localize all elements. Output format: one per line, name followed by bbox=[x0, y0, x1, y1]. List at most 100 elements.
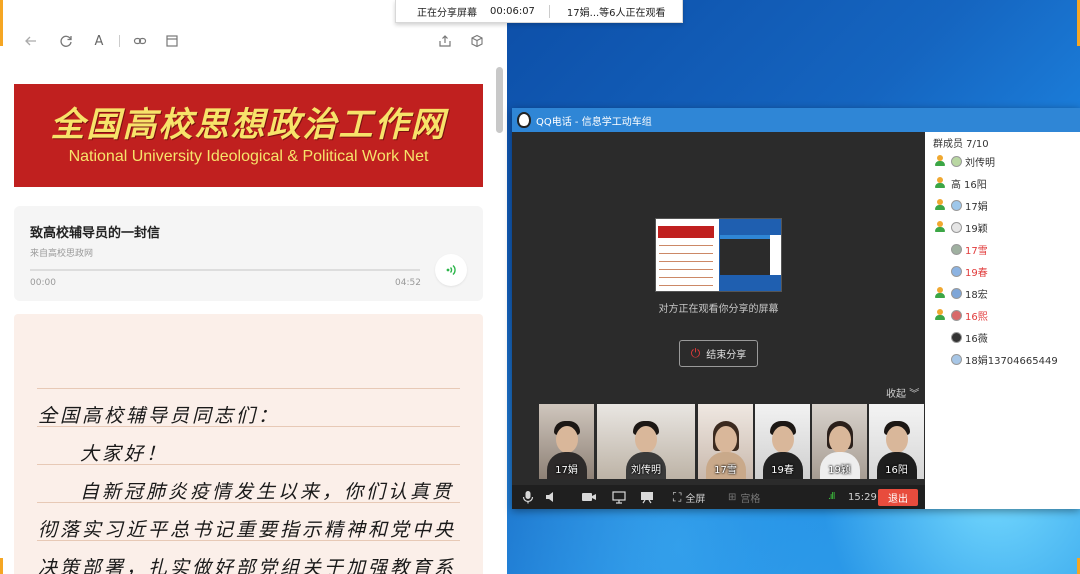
member-row[interactable]: 19春 bbox=[934, 262, 988, 280]
microphone-icon[interactable] bbox=[522, 489, 534, 505]
preview-banner bbox=[658, 226, 714, 238]
video-participant-name: 16阳 bbox=[885, 465, 908, 476]
letter-rule bbox=[37, 388, 460, 389]
member-row[interactable]: 16薇 bbox=[934, 328, 988, 346]
avatar bbox=[951, 199, 962, 211]
member-name: 18娟13704665449 bbox=[965, 355, 1058, 367]
call-controls: ⛶ 全屏 ⊞ 宫格 .ıll 15:29 退出 bbox=[512, 485, 925, 509]
power-icon: ⏻ bbox=[690, 346, 701, 360]
video-tile[interactable]: 19颖 bbox=[812, 404, 867, 479]
qq-call-window: QQ电话 - 信息学工动车组 对方正在观看你分享的屏幕 ⏻ 结束分享 收起 ︾ bbox=[512, 108, 1080, 509]
qq-call-main: 对方正在观看你分享的屏幕 ⏻ 结束分享 收起 ︾ 17娟 刘传明 17雪 19春… bbox=[512, 132, 925, 509]
camera-icon[interactable] bbox=[581, 489, 597, 505]
speaker-icon[interactable] bbox=[544, 489, 558, 505]
preview-line bbox=[659, 285, 713, 286]
member-row[interactable]: 17雪 bbox=[934, 240, 988, 258]
member-row[interactable]: 16熙 bbox=[934, 306, 988, 324]
whiteboard-icon[interactable] bbox=[640, 489, 654, 505]
exit-call-button[interactable]: 退出 bbox=[878, 489, 918, 506]
preview-line bbox=[659, 277, 713, 278]
frame-corner bbox=[1076, 0, 1080, 46]
screen-share-icon[interactable] bbox=[612, 489, 626, 505]
letter-line-text: 决策部署，扎实做好部党组关于加强教育系 bbox=[38, 557, 457, 574]
preview-line bbox=[659, 245, 713, 246]
audio-source: 来自高校思政网 bbox=[30, 249, 94, 259]
font-size-icon[interactable]: A bbox=[90, 32, 108, 50]
qq-titlebar[interactable]: QQ电话 - 信息学工动车组 bbox=[512, 108, 1080, 132]
video-participant-name: 17雪 bbox=[714, 465, 737, 476]
banner-title-en: National University Ideological & Politi… bbox=[68, 147, 429, 165]
cube-icon[interactable] bbox=[468, 32, 486, 50]
letter-line-text: 自新冠肺炎疫情发生以来，你们认真贯 bbox=[80, 481, 455, 503]
letter-line-text: 彻落实习近平总书记重要指示精神和党中央 bbox=[38, 519, 457, 541]
preview-line bbox=[659, 269, 713, 270]
fullscreen-button[interactable]: ⛶ 全屏 bbox=[673, 489, 705, 505]
audio-play-button[interactable] bbox=[435, 254, 467, 286]
member-row[interactable]: 17娟 bbox=[934, 196, 988, 214]
layout-icon[interactable] bbox=[163, 32, 181, 50]
browser-toolbar: A bbox=[0, 26, 507, 56]
collapse-label: 收起 bbox=[886, 389, 906, 400]
audio-duration: 04:52 bbox=[395, 278, 421, 288]
share-status-text: 正在分享屏幕 bbox=[417, 7, 477, 19]
row-spacer bbox=[934, 265, 946, 277]
avatar bbox=[951, 353, 962, 365]
shared-screen-preview[interactable] bbox=[655, 218, 782, 292]
end-share-button[interactable]: ⏻ 结束分享 bbox=[679, 340, 758, 367]
audio-current-time: 00:00 bbox=[30, 278, 56, 288]
video-participant-name: 19春 bbox=[771, 465, 794, 476]
avatar bbox=[951, 287, 962, 299]
chevron-double-down-icon: ︾ bbox=[909, 389, 920, 400]
audio-wave-icon bbox=[446, 264, 456, 276]
preview-page bbox=[656, 219, 719, 291]
audio-title: 致高校辅导员的一封信 bbox=[30, 226, 161, 241]
video-tile[interactable]: 17雪 bbox=[698, 404, 753, 479]
member-row[interactable]: 18娟13704665449 bbox=[934, 350, 1058, 368]
grid-view-button[interactable]: ⊞ 宫格 bbox=[728, 489, 760, 505]
signal-strength-icon: .ıll bbox=[828, 492, 835, 502]
member-prefix: 高 bbox=[951, 179, 961, 191]
call-timer: 15:29 bbox=[848, 491, 877, 503]
preview-sidebar bbox=[770, 235, 781, 275]
back-arrow-icon[interactable] bbox=[22, 32, 40, 50]
member-row[interactable]: 高 16阳 bbox=[934, 174, 987, 192]
grid-icon: ⊞ bbox=[728, 491, 737, 503]
member-name: 17娟 bbox=[965, 201, 988, 213]
qq-penguin-icon bbox=[517, 112, 531, 128]
video-participant-name: 19颖 bbox=[828, 465, 851, 476]
in-call-icon bbox=[934, 221, 946, 233]
row-spacer bbox=[934, 331, 946, 343]
avatar bbox=[951, 331, 962, 343]
member-name: 16熙 bbox=[965, 311, 988, 323]
video-person bbox=[772, 426, 794, 453]
avatar bbox=[951, 155, 962, 167]
video-tile[interactable]: 16阳 bbox=[869, 404, 924, 479]
member-name: 17雪 bbox=[965, 245, 988, 257]
member-row[interactable]: 刘传明 bbox=[934, 152, 995, 170]
member-row[interactable]: 19颖 bbox=[934, 218, 988, 236]
video-person bbox=[715, 426, 737, 453]
video-tile[interactable]: 刘传明 bbox=[597, 404, 695, 479]
share-duration: 00:06:07 bbox=[490, 5, 535, 17]
video-tile[interactable]: 19春 bbox=[755, 404, 810, 479]
frame-corner bbox=[0, 0, 4, 46]
refresh-icon[interactable] bbox=[57, 32, 75, 50]
screen-share-status-bar[interactable]: 正在分享屏幕 00:06:07 17娟...等6人正在观看 bbox=[395, 0, 683, 23]
collapse-button[interactable]: 收起 ︾ bbox=[886, 385, 919, 400]
preview-window bbox=[720, 235, 770, 275]
share-icon[interactable] bbox=[436, 32, 454, 50]
member-name: 16阳 bbox=[964, 179, 987, 191]
end-share-label: 结束分享 bbox=[706, 350, 747, 361]
frame-corner bbox=[1076, 558, 1080, 574]
scrollbar-thumb[interactable] bbox=[496, 67, 503, 133]
video-tile[interactable]: 17娟 bbox=[539, 404, 594, 479]
in-call-icon bbox=[934, 199, 946, 211]
member-row[interactable]: 18宏 bbox=[934, 284, 988, 302]
video-strip: 17娟 刘传明 17雪 19春 19颖 16阳 bbox=[539, 404, 925, 479]
audio-progress-track[interactable] bbox=[30, 269, 420, 271]
letter-line-text: 全国高校辅导员同志们： bbox=[38, 405, 281, 427]
link-icon[interactable] bbox=[131, 32, 149, 50]
frame-corner bbox=[0, 558, 4, 574]
letter-line-text: 大家好！ bbox=[80, 443, 169, 465]
preview-line bbox=[659, 261, 713, 262]
